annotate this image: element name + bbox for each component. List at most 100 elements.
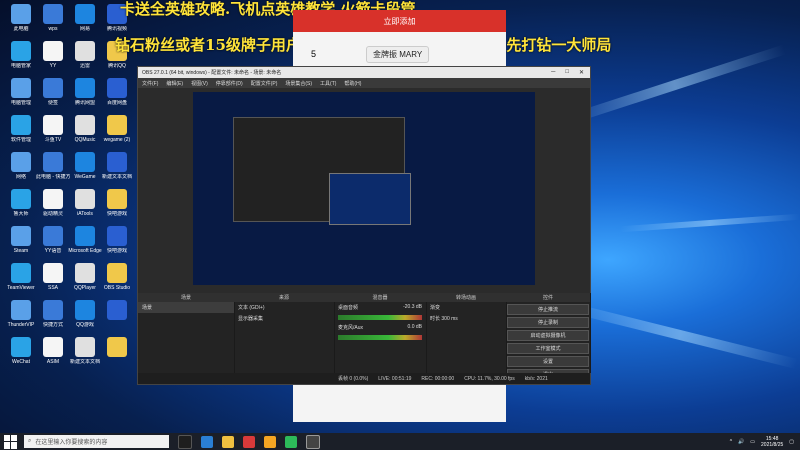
menu-item[interactable]: 帮助(H) bbox=[344, 80, 361, 87]
desktop-icon[interactable]: YY语音 bbox=[36, 226, 70, 254]
control-button[interactable]: 停止录制 bbox=[507, 317, 589, 328]
app-icon bbox=[43, 189, 63, 209]
app-icon[interactable] bbox=[264, 435, 276, 448]
wechat-icon[interactable] bbox=[285, 435, 297, 448]
status-cpu: CPU: 11.7%, 30.00 fps bbox=[464, 375, 515, 382]
desktop-icon[interactable]: SSA bbox=[36, 263, 70, 291]
edge-icon[interactable] bbox=[201, 435, 213, 448]
desktop-icon[interactable]: 软件管理 bbox=[4, 115, 38, 143]
mixer-track-name: 桌面音频 -20.3 dB bbox=[338, 304, 422, 311]
desktop-icon-label: 快捷方式 bbox=[42, 322, 63, 328]
notification-icon[interactable]: ▢ bbox=[789, 439, 794, 445]
app-icon bbox=[107, 152, 127, 172]
control-button[interactable]: 启动虚拟摄像机 bbox=[507, 330, 589, 341]
mixer-dock: 混音器 桌面音频 -20.3 dB 麦克风/Aux 0.0 dB bbox=[334, 293, 427, 373]
app-icon bbox=[11, 300, 31, 320]
desktop-icon[interactable]: 网络 bbox=[4, 152, 38, 180]
control-button[interactable]: 设置 bbox=[507, 356, 589, 367]
desktop-icon[interactable]: 便签 bbox=[36, 78, 70, 106]
desktop-icon[interactable] bbox=[100, 300, 134, 322]
app-icon bbox=[43, 41, 63, 61]
desktop-icon[interactable]: 快吧游戏 bbox=[100, 226, 134, 254]
phone-number: 5 bbox=[311, 49, 317, 59]
desktop-icon[interactable]: ASIM bbox=[36, 337, 70, 365]
desktop-icon[interactable]: wps bbox=[36, 4, 70, 32]
desktop-icon[interactable]: 电脑管家 bbox=[4, 41, 38, 69]
desktop-icon[interactable]: 此电脑 bbox=[4, 4, 38, 32]
desktop-icon[interactable]: 新建文本文档 bbox=[68, 337, 102, 365]
desktop-icon[interactable]: OBS Studio bbox=[100, 263, 134, 291]
phone-user-pill[interactable]: 金牌振 MARY bbox=[366, 45, 430, 63]
desktop-icon[interactable]: WeGame bbox=[68, 152, 102, 180]
desktop-icon[interactable]: 快捷方式 bbox=[36, 300, 70, 328]
network-icon[interactable]: ▭ bbox=[750, 439, 755, 445]
desktop-icon[interactable]: WeChat bbox=[4, 337, 38, 365]
controls-dock: 控件 停止推流停止录制启动虚拟摄像机工作室模式设置退出 bbox=[506, 293, 591, 380]
desktop-icon-label: 鲁大师 bbox=[13, 211, 29, 217]
app-icon bbox=[107, 189, 127, 209]
desktop-icon[interactable]: 网易 bbox=[68, 4, 102, 32]
chevron-up-icon[interactable]: ^ bbox=[730, 439, 732, 445]
status-live: LIVE: 00:51:19 bbox=[378, 375, 412, 382]
obs-icon[interactable] bbox=[306, 434, 320, 449]
sources-dock[interactable]: 来源 文本 (GDI+) 显示器采集 bbox=[234, 293, 335, 373]
menu-item[interactable]: 编辑(E) bbox=[166, 80, 183, 87]
scene-item[interactable]: 场景 bbox=[138, 302, 234, 313]
desktop-icon[interactable]: 此电脑 - 快捷方式 bbox=[36, 152, 70, 180]
windows-start-icon[interactable] bbox=[4, 434, 18, 449]
desktop-icon-label: OBS Studio bbox=[103, 285, 131, 291]
desktop-icon[interactable]: Steam bbox=[4, 226, 38, 254]
desktop-icon[interactable] bbox=[100, 337, 134, 359]
desktop-icon[interactable]: 快吧游戏 bbox=[100, 189, 134, 217]
control-button[interactable]: 停止推流 bbox=[507, 304, 589, 315]
desktop-icon[interactable]: Microsoft Edge bbox=[68, 226, 102, 254]
desktop-icon[interactable]: 鲁大师 bbox=[4, 189, 38, 217]
folder-icon[interactable] bbox=[222, 435, 234, 448]
desktop-icon[interactable]: ThunderVIP bbox=[4, 300, 38, 328]
desktop-icon[interactable]: 腾讯网盟 bbox=[68, 78, 102, 106]
desktop-icon[interactable]: QQMusic bbox=[68, 115, 102, 143]
minimize-icon[interactable]: ─ bbox=[551, 69, 555, 76]
clock[interactable]: 15:48 2021/8/25 bbox=[761, 436, 783, 448]
desktop-icon[interactable]: 新建文本文档 bbox=[100, 152, 134, 180]
obs-preview[interactable] bbox=[193, 92, 535, 285]
control-button[interactable]: 工作室模式 bbox=[507, 343, 589, 354]
desktop-icon[interactable]: QQPlayer bbox=[68, 263, 102, 291]
desktop-icon-label: 斗鱼TV bbox=[44, 137, 62, 143]
volume-icon[interactable]: 🔊 bbox=[738, 439, 744, 445]
source-item[interactable]: 显示器采集 bbox=[234, 313, 334, 324]
desktop-icon-label: 此电脑 - 快捷方式 bbox=[36, 174, 70, 180]
menu-item[interactable]: 停靠部件(D) bbox=[216, 80, 243, 87]
obs-window[interactable]: OBS 27.0.1 (64 bit, windows) - 配置文件: 未命名… bbox=[137, 66, 591, 385]
desktop-icon-label: iATools bbox=[77, 211, 93, 217]
transition-duration[interactable]: 时长 300 ms bbox=[426, 313, 506, 324]
menu-item[interactable]: 工具(T) bbox=[320, 80, 336, 87]
menu-item[interactable]: 文件(F) bbox=[142, 80, 158, 87]
desktop-icon[interactable]: TeamViewer bbox=[4, 263, 38, 291]
source-item[interactable]: 文本 (GDI+) bbox=[234, 302, 334, 313]
close-icon[interactable]: ✕ bbox=[579, 69, 584, 76]
transition-type[interactable]: 渐变 bbox=[426, 302, 506, 313]
app-icon[interactable] bbox=[243, 435, 255, 448]
desktop-icon[interactable]: 电脑管理 bbox=[4, 78, 38, 106]
menu-item[interactable]: 场景集合(S) bbox=[285, 80, 312, 87]
search-icon: ⌕ bbox=[28, 438, 32, 444]
app-icon bbox=[11, 41, 31, 61]
nested-preview bbox=[233, 117, 411, 225]
desktop-icon[interactable]: 斗鱼TV bbox=[36, 115, 70, 143]
menu-item[interactable]: 视图(V) bbox=[191, 80, 208, 87]
taskbar-search[interactable]: ⌕ 在这里输入你要搜索的内容 bbox=[24, 435, 169, 448]
obs-status-bar: 丢帧 0 (0.0%) LIVE: 00:51:19 REC: 00:00:00… bbox=[138, 373, 590, 384]
desktop-icon[interactable]: iATools bbox=[68, 189, 102, 217]
desktop-icon[interactable]: wegame (2) bbox=[100, 115, 134, 143]
desktop-icon[interactable]: 百度网盘 bbox=[100, 78, 134, 106]
app-icon bbox=[43, 300, 63, 320]
maximize-icon[interactable]: □ bbox=[565, 69, 569, 76]
desktop-icon[interactable]: 迅雷 bbox=[68, 41, 102, 69]
menu-item[interactable]: 配置文件(P) bbox=[251, 80, 278, 87]
task-view-icon[interactable] bbox=[178, 434, 192, 449]
scenes-dock[interactable]: 场景 场景 bbox=[138, 293, 235, 373]
desktop-icon[interactable]: YY bbox=[36, 41, 70, 69]
desktop-icon[interactable]: 驱动精灵 bbox=[36, 189, 70, 217]
desktop-icon[interactable]: QQ游戏 bbox=[68, 300, 102, 328]
